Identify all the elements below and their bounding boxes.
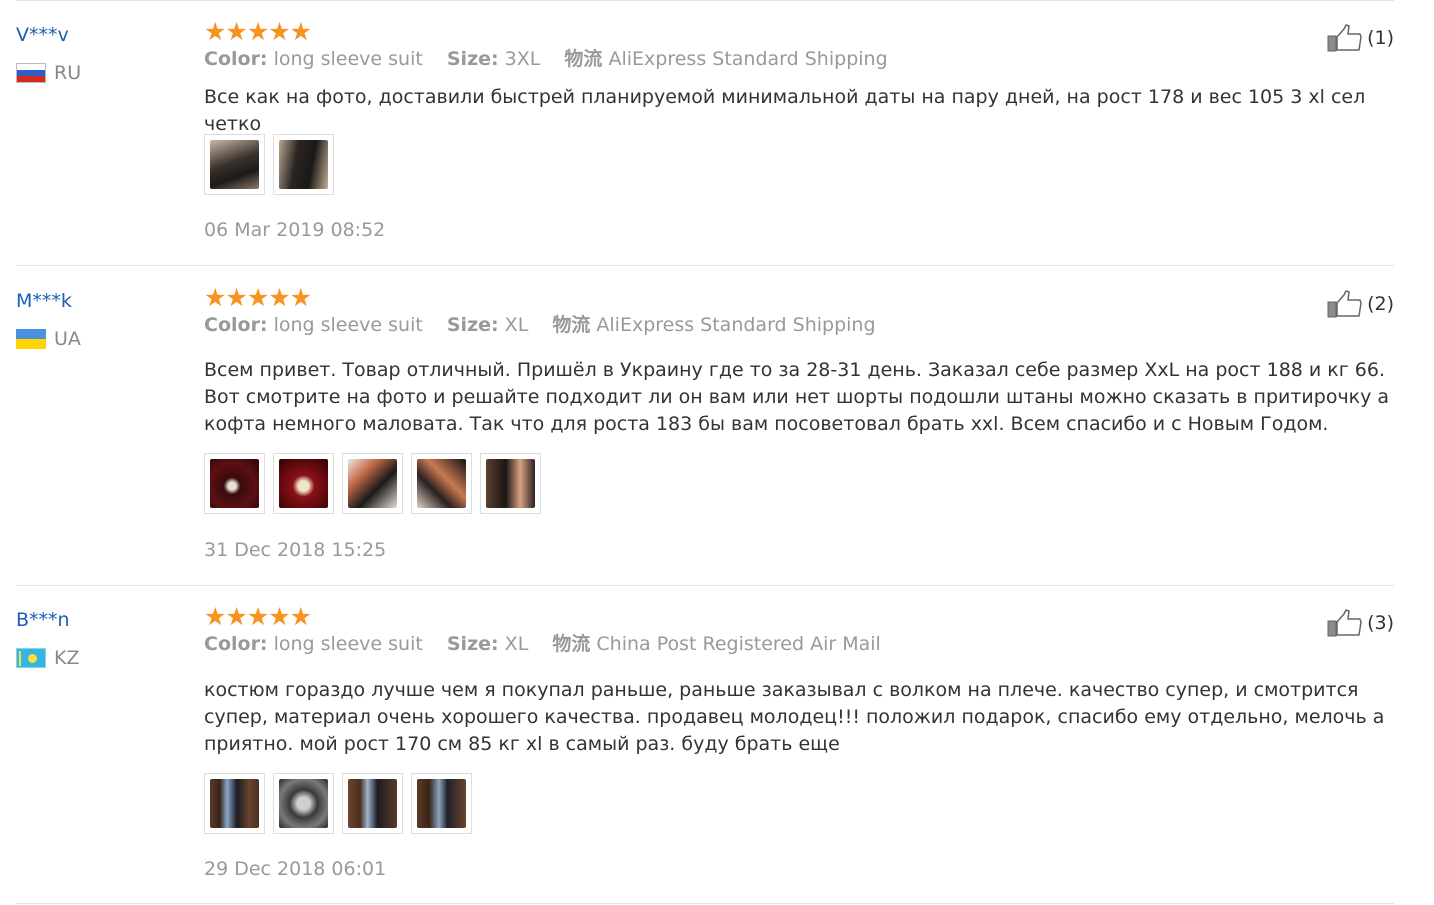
logistics-label: 物流 xyxy=(552,633,591,655)
color-value: long sleeve suit xyxy=(273,48,423,70)
divider xyxy=(16,585,1394,586)
logistics-label: 物流 xyxy=(564,48,603,70)
kazakhstan-flag-icon xyxy=(16,648,46,668)
thumbs-up-icon xyxy=(1327,609,1362,637)
helpful-count: (3) xyxy=(1367,612,1394,634)
review-attributes: Color: long sleeve suit Size: 3XL 物流 Ali… xyxy=(204,47,906,71)
color-value: long sleeve suit xyxy=(273,314,423,336)
helpful-button[interactable]: (1) xyxy=(1327,24,1394,52)
review-date: 06 Mar 2019 08:52 xyxy=(204,219,386,241)
thumbs-up-icon xyxy=(1327,290,1362,318)
review-text: Всем привет. Товар отличный. Пришёл в Ук… xyxy=(204,359,1390,435)
country-code: RU xyxy=(54,62,82,84)
reviewer-name[interactable]: M***k xyxy=(16,290,72,312)
size-label: Size: xyxy=(446,314,499,336)
size-value: XL xyxy=(504,633,529,655)
size-value: XL xyxy=(504,314,529,336)
helpful-button[interactable]: (2) xyxy=(1327,290,1394,318)
russia-flag-icon xyxy=(16,63,46,83)
reviewer-country: KZ xyxy=(16,647,79,669)
star-rating: ★★★★★ xyxy=(204,283,312,312)
color-value: long sleeve suit xyxy=(273,633,423,655)
review-photo-thumbnail[interactable] xyxy=(342,773,403,834)
star-rating: ★★★★★ xyxy=(204,602,312,631)
review-text: Все как на фото, доставили быстрей плани… xyxy=(204,86,1366,135)
helpful-count: (2) xyxy=(1367,293,1394,315)
review-photo-thumbnail[interactable] xyxy=(273,134,334,195)
shipping-method: AliExpress Standard Shipping xyxy=(596,314,876,336)
reviewer-name[interactable]: B***n xyxy=(16,609,70,631)
review-photo-thumbnail[interactable] xyxy=(204,773,265,834)
review-photo-thumbnail[interactable] xyxy=(480,453,541,514)
divider xyxy=(16,903,1394,904)
divider xyxy=(16,0,1394,1)
review-text: костюм гораздо лучше чем я покупал раньш… xyxy=(204,679,1385,755)
review-photos xyxy=(204,134,334,195)
size-label: Size: xyxy=(446,633,499,655)
review-photos xyxy=(204,453,541,514)
thumbs-up-icon xyxy=(1327,24,1362,52)
logistics-label: 物流 xyxy=(552,314,591,336)
divider xyxy=(16,265,1394,266)
star-rating: ★★★★★ xyxy=(204,17,312,46)
review-photos xyxy=(204,773,472,834)
review-photo-thumbnail[interactable] xyxy=(204,134,265,195)
size-label: Size: xyxy=(446,48,499,70)
shipping-method: China Post Registered Air Mail xyxy=(596,633,881,655)
shipping-method: AliExpress Standard Shipping xyxy=(608,48,888,70)
reviewer-name[interactable]: V***v xyxy=(16,24,69,46)
color-label: Color: xyxy=(204,633,268,655)
helpful-button[interactable]: (3) xyxy=(1327,609,1394,637)
reviewer-country: RU xyxy=(16,62,81,84)
review-date: 29 Dec 2018 06:01 xyxy=(204,858,387,880)
review-photo-thumbnail[interactable] xyxy=(342,453,403,514)
review-photo-thumbnail[interactable] xyxy=(411,773,472,834)
review-attributes: Color: long sleeve suit Size: XL 物流 Chin… xyxy=(204,632,899,656)
ukraine-flag-icon xyxy=(16,329,46,349)
color-label: Color: xyxy=(204,314,268,336)
review-photo-thumbnail[interactable] xyxy=(273,773,334,834)
country-code: KZ xyxy=(54,647,80,669)
review-photo-thumbnail[interactable] xyxy=(204,453,265,514)
color-label: Color: xyxy=(204,48,268,70)
review-photo-thumbnail[interactable] xyxy=(273,453,334,514)
country-code: UA xyxy=(54,328,81,350)
size-value: 3XL xyxy=(504,48,541,70)
reviewer-country: UA xyxy=(16,328,81,350)
review-attributes: Color: long sleeve suit Size: XL 物流 AliE… xyxy=(204,313,894,337)
review-date: 31 Dec 2018 15:25 xyxy=(204,539,387,561)
review-photo-thumbnail[interactable] xyxy=(411,453,472,514)
helpful-count: (1) xyxy=(1367,27,1394,49)
